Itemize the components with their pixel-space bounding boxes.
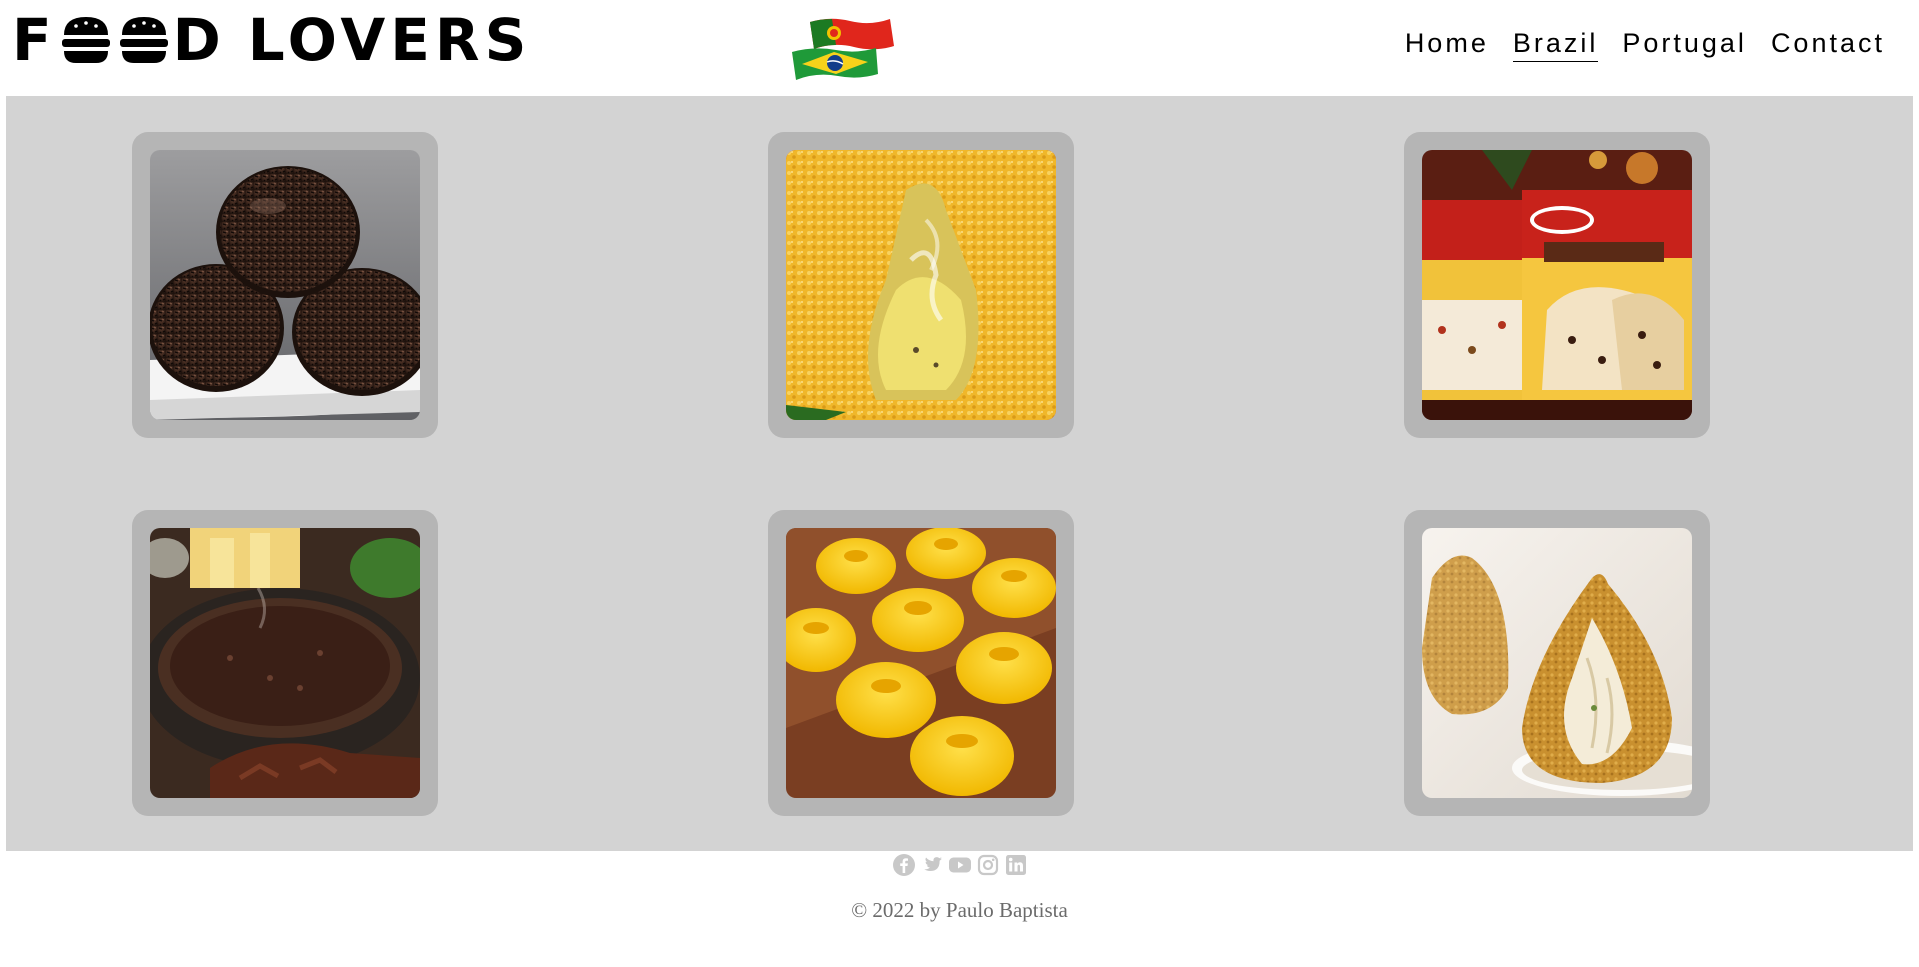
food-gallery: [6, 96, 1913, 851]
youtube-icon[interactable]: [948, 853, 972, 877]
flags-icon: [792, 18, 894, 80]
copyright-text: © 2022 by Paulo Baptista: [851, 898, 1068, 922]
panettone-photo: [1422, 150, 1692, 420]
nav-brazil[interactable]: Brazil: [1512, 28, 1599, 62]
site-header: F D LOVERS Home Brazil Portugal Contact: [0, 0, 1919, 96]
social-links: [0, 853, 1919, 877]
feijoada-photo: [150, 528, 420, 798]
linkedin-icon[interactable]: [1004, 853, 1028, 877]
burger-icon: [61, 17, 110, 63]
burger-icon: [119, 17, 168, 63]
brigadeiro-photo: [150, 150, 420, 420]
portugal-flag-icon: [810, 18, 894, 50]
site-logo[interactable]: F D LOVERS: [12, 10, 531, 70]
twitter-icon[interactable]: [920, 853, 944, 877]
pastel-photo: [786, 150, 1056, 420]
logo-word: LOVERS: [247, 6, 532, 74]
nav-home[interactable]: Home: [1405, 28, 1489, 62]
food-card-coxinha[interactable]: [1404, 510, 1710, 816]
quindim-photo: [786, 528, 1056, 798]
brazil-flag-icon: [792, 48, 878, 80]
food-card-feijoada[interactable]: [132, 510, 438, 816]
logo-letter-d: D: [172, 6, 226, 74]
instagram-icon[interactable]: [976, 853, 1000, 877]
main-nav: Home Brazil Portugal Contact: [1405, 28, 1885, 62]
logo-letter-f: F: [12, 6, 57, 74]
food-card-panettone[interactable]: [1404, 132, 1710, 438]
nav-contact[interactable]: Contact: [1771, 28, 1885, 62]
food-card-quindim[interactable]: [768, 510, 1074, 816]
coxinha-photo: [1422, 528, 1692, 798]
food-card-pastel[interactable]: [768, 132, 1074, 438]
nav-portugal[interactable]: Portugal: [1622, 28, 1747, 62]
food-card-brigadeiro[interactable]: [132, 132, 438, 438]
facebook-icon[interactable]: [892, 853, 916, 877]
